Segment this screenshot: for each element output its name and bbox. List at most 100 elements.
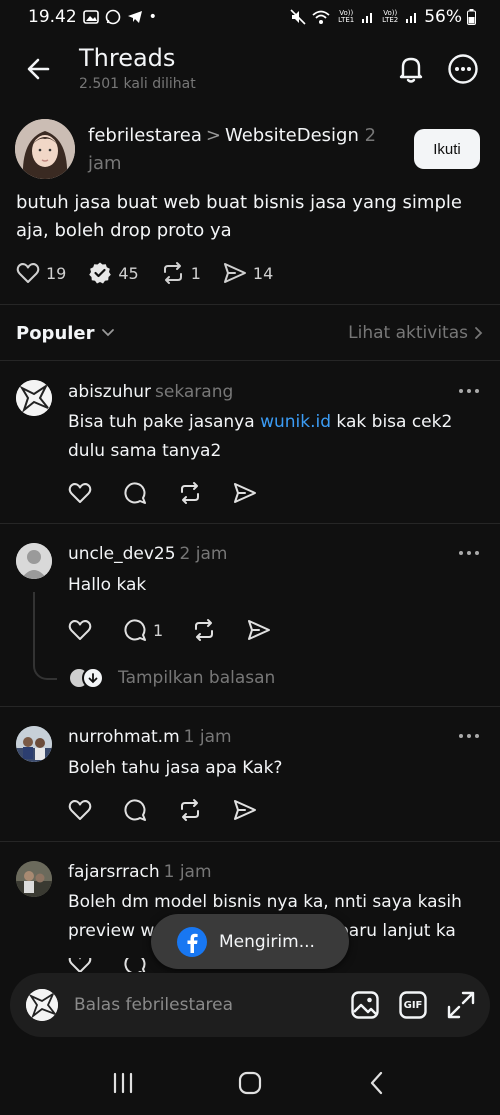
share-button[interactable] — [233, 797, 259, 823]
reply-input[interactable] — [74, 995, 350, 1015]
comment-count: 45 — [118, 263, 139, 283]
battery-percent: 56% — [424, 7, 462, 27]
repost-button[interactable] — [178, 480, 204, 506]
like-button[interactable]: 19 — [16, 262, 66, 284]
show-replies-button[interactable]: Tampilkan balasan — [68, 665, 275, 691]
post-text: butuh jasa buat web buat bisnis jasa yan… — [16, 192, 462, 241]
reply-text: Hallo kak — [68, 575, 147, 595]
reply-more-button[interactable] — [456, 729, 482, 743]
like-button[interactable] — [68, 797, 94, 823]
reply-author[interactable]: uncle_dev25 — [68, 544, 176, 564]
view-count: 2.501 kali dilihat — [79, 76, 196, 92]
more-circle-icon — [448, 54, 478, 84]
reply-time: sekarang — [155, 382, 234, 402]
repost-icon — [181, 482, 199, 504]
comment-button[interactable] — [123, 480, 149, 506]
comment-count: 1 — [153, 620, 164, 640]
like-button[interactable] — [68, 958, 94, 972]
reply-text-part: Bisa tuh pake jasanya — [68, 412, 261, 432]
repost-button[interactable]: 1 — [161, 261, 201, 285]
gif-label: GIF — [403, 999, 423, 1011]
reply-avatar[interactable] — [16, 726, 52, 762]
post-author-avatar[interactable] — [15, 119, 75, 179]
sort-dropdown[interactable]: Populer — [16, 323, 115, 344]
mini-avatar — [82, 667, 104, 689]
wifi-icon — [312, 10, 330, 24]
comment-button[interactable]: 45 — [88, 261, 139, 285]
bell-icon — [399, 57, 423, 83]
reply-avatar[interactable] — [16, 380, 52, 416]
reply-header: nurrohmat.m 1 jam — [68, 727, 232, 747]
share-button[interactable] — [247, 617, 273, 643]
comment-button[interactable] — [123, 958, 149, 972]
post-actions: 19 45 1 14 — [16, 259, 295, 287]
reply-avatar[interactable] — [16, 543, 52, 579]
show-replies-label: Tampilkan balasan — [118, 668, 276, 688]
community-separator: > — [205, 125, 221, 146]
reply-composer: GIF — [10, 973, 490, 1037]
reply-more-button[interactable] — [456, 546, 482, 560]
status-time: 19.42 — [28, 7, 77, 27]
like-button[interactable] — [68, 480, 94, 506]
share-button[interactable] — [233, 480, 259, 506]
notification-dot-icon: • — [148, 9, 157, 25]
heart-icon — [16, 263, 40, 283]
like-button[interactable] — [68, 617, 94, 643]
view-activity-link[interactable]: Lihat aktivitas — [348, 323, 484, 343]
comment-icon — [124, 619, 146, 641]
send-icon — [234, 800, 256, 820]
signal-icon — [406, 13, 417, 23]
more-options-button[interactable] — [446, 52, 480, 86]
arrow-down-icon — [88, 673, 98, 684]
send-icon — [234, 483, 256, 503]
more-horizontal-icon — [459, 389, 479, 393]
whatsapp-icon — [105, 9, 120, 25]
expand-icon — [447, 991, 475, 1019]
comment-button[interactable]: 1 — [123, 618, 163, 642]
reply-text: Bisa tuh pake jasanya wunik.id kak bisa … — [68, 408, 488, 466]
notification-button[interactable] — [394, 52, 428, 86]
reply-author[interactable]: abiszuhur — [68, 382, 151, 402]
image-icon — [351, 991, 379, 1019]
back-button[interactable] — [22, 54, 56, 84]
recent-apps-button[interactable] — [103, 1063, 143, 1103]
system-back-button[interactable] — [357, 1063, 397, 1103]
share-count: 14 — [252, 263, 274, 283]
reply-header: fajarsrrach 1 jam — [68, 862, 212, 882]
send-icon — [248, 620, 271, 640]
image-attach-button[interactable] — [350, 990, 380, 1020]
divider — [0, 523, 500, 524]
reply-avatars — [68, 667, 104, 689]
divider — [0, 706, 500, 707]
expand-button[interactable] — [446, 990, 476, 1020]
like-count: 19 — [46, 263, 67, 283]
repost-button[interactable] — [192, 617, 218, 643]
share-button[interactable]: 14 — [223, 262, 273, 284]
reply-actions: 1 — [68, 617, 302, 643]
page-title: Threads — [79, 44, 176, 72]
mute-icon — [290, 9, 306, 25]
sim2-label: Vo)) LTE2 — [382, 9, 399, 24]
home-button[interactable] — [230, 1063, 270, 1103]
divider — [0, 360, 500, 361]
reply-link[interactable]: wunik.id — [260, 412, 331, 432]
sending-toast: Mengirim... — [151, 914, 349, 969]
heart-icon — [68, 800, 92, 820]
post-community[interactable]: WebsiteDesign — [225, 125, 359, 146]
post-author-name[interactable]: febrilestarea — [88, 125, 202, 146]
post-meta: febrilestarea > WebsiteDesign 2 jam — [88, 122, 388, 178]
follow-button[interactable]: Ikuti — [414, 129, 480, 169]
system-nav-bar — [0, 1050, 500, 1115]
chevron-right-icon — [475, 327, 483, 339]
reply-avatar[interactable] — [16, 861, 52, 897]
reply-text: Boleh tahu jasa apa Kak? — [68, 758, 283, 778]
reply-author[interactable]: fajarsrrach — [68, 862, 160, 882]
reply-more-button[interactable] — [456, 384, 482, 398]
status-bar: 19.42 • Vo)) LTE1 Vo)) LTE2 56% — [0, 0, 500, 34]
repost-icon — [181, 799, 199, 821]
reply-time: 1 jam — [163, 862, 212, 882]
repost-button[interactable] — [178, 797, 204, 823]
comment-button[interactable] — [123, 797, 149, 823]
gif-button[interactable]: GIF — [398, 990, 428, 1020]
reply-author[interactable]: nurrohmat.m — [68, 727, 180, 747]
